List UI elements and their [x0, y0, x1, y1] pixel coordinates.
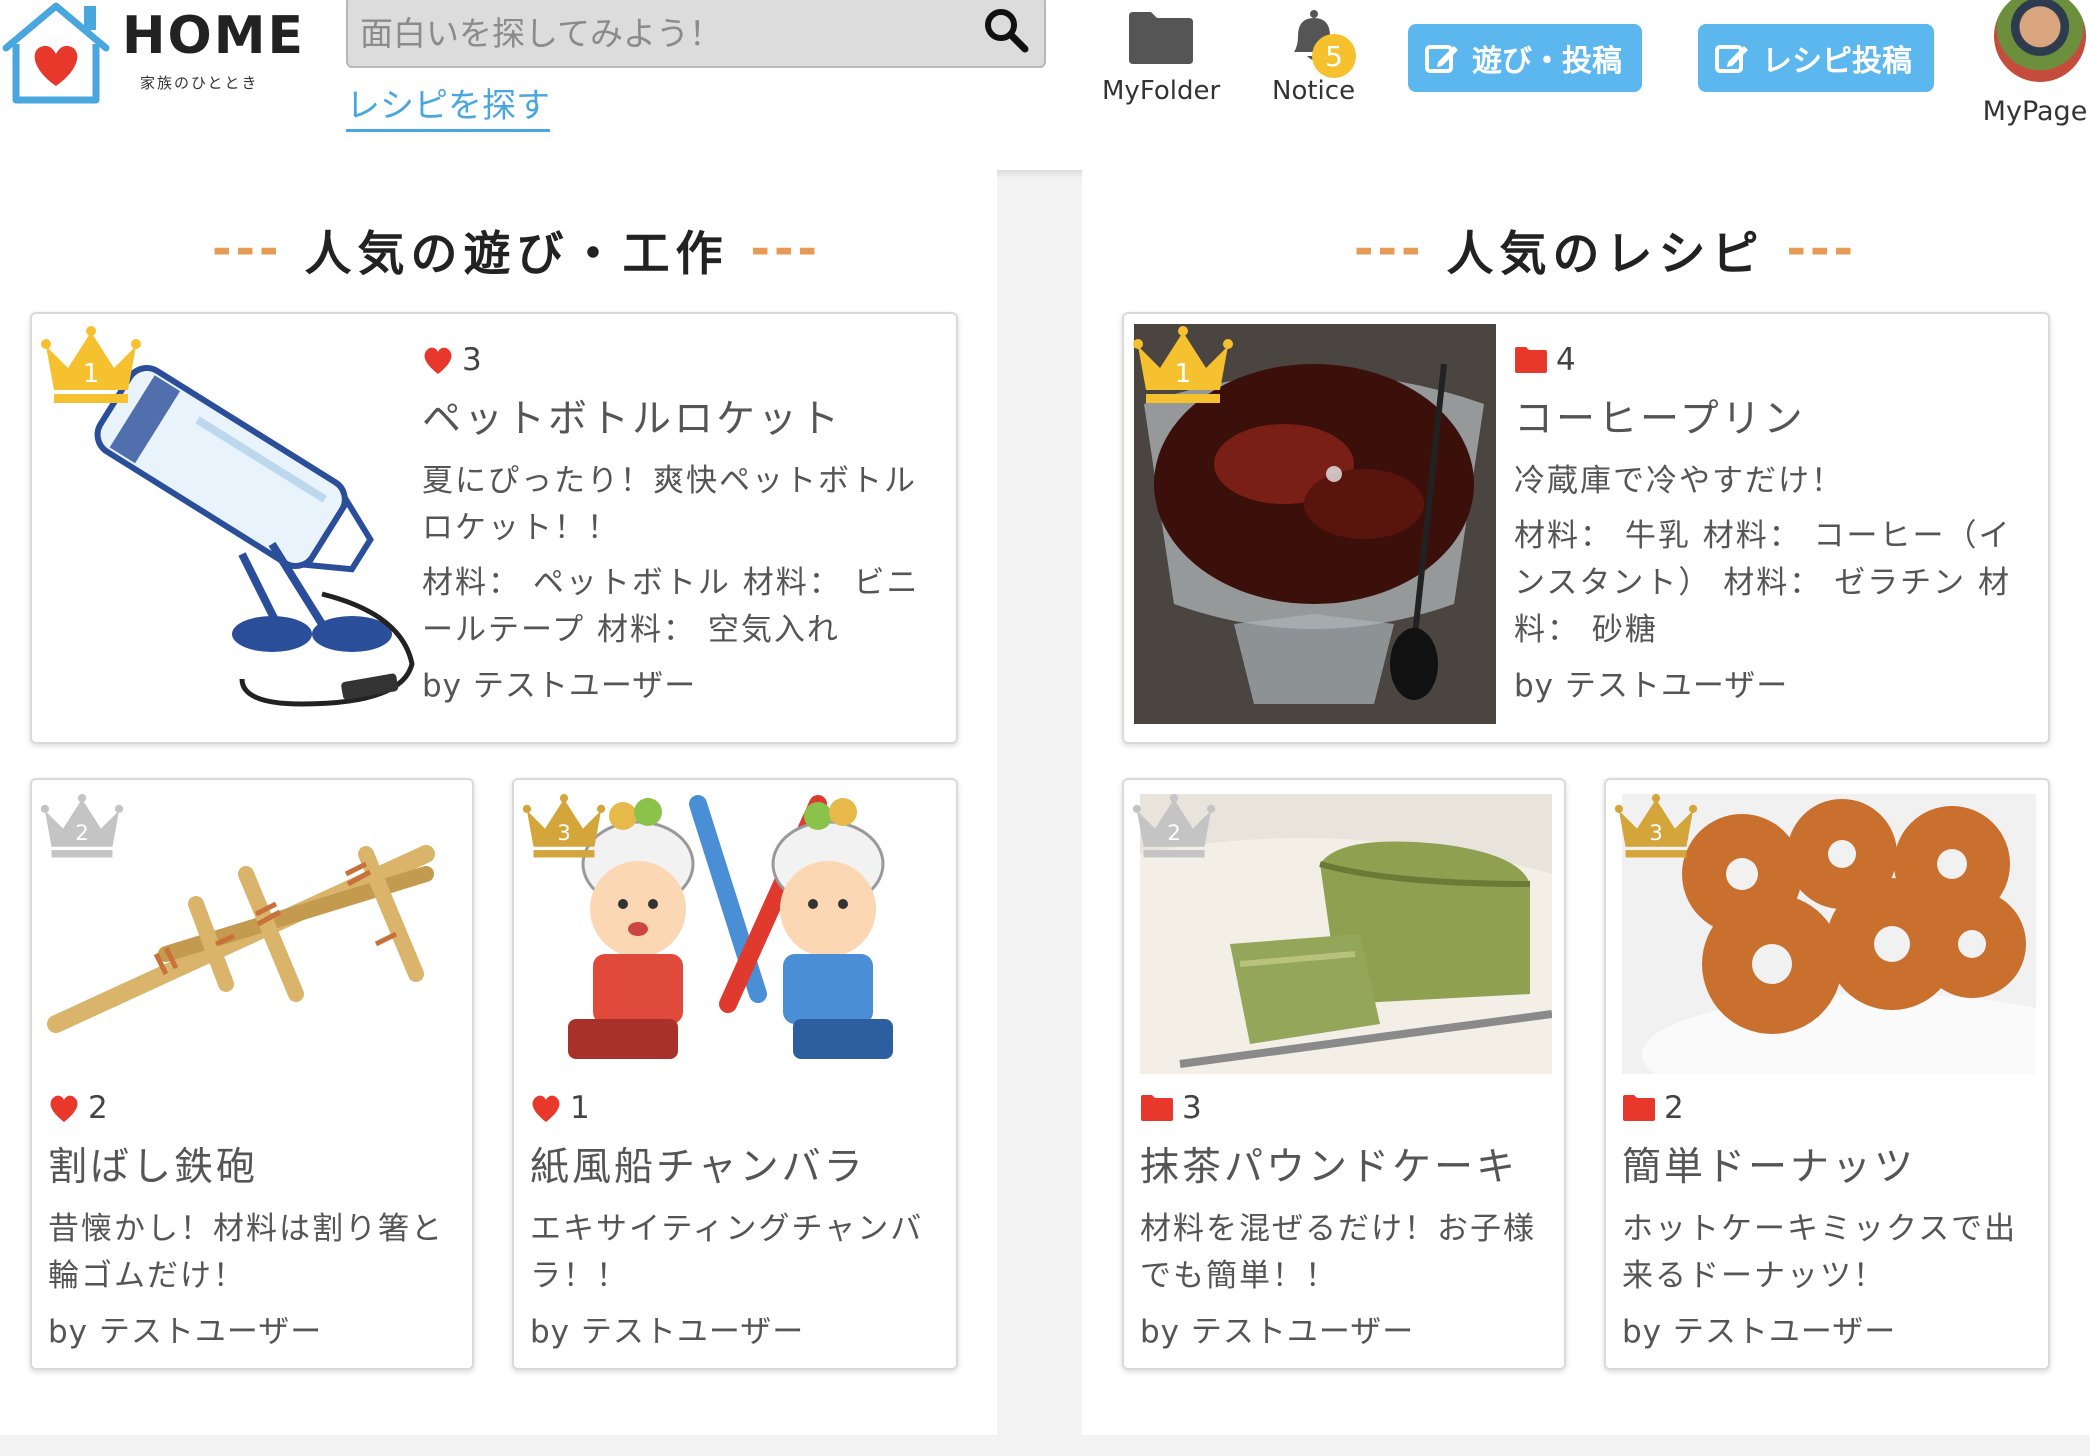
recipe-section-title: --- 人気のレシピ ---: [1354, 215, 1857, 284]
heart-icon: [532, 1095, 560, 1122]
card-title: 紙風船チャンバラ: [530, 1145, 866, 1190]
search-input[interactable]: [360, 4, 960, 62]
card-description: 昔懐かし！材料は割り箸と輪ゴムだけ！: [48, 1211, 444, 1294]
card-materials: 材料： 牛乳 材料： コーヒー（インスタント） 材料： ゼラチン 材料： 砂糖: [1514, 518, 2012, 648]
play-section-title: --- 人気の遊び・工作 ---: [212, 215, 821, 284]
header: HOME 家族のひととき レシピを探す MyFolder 5 Notice: [0, 0, 2090, 170]
play-card-2[interactable]: 2 2 割ばし鉄砲 昔懐かし！材料は割り箸と輪ゴムだけ！ by テストユーザー: [30, 778, 474, 1370]
heart-icon: [50, 1095, 78, 1122]
mypage-label: MyPage: [1982, 96, 2088, 127]
crown-bronze-icon: 3: [522, 794, 606, 858]
card-title: ペットボトルロケット: [422, 397, 843, 442]
svg-text:1: 1: [83, 359, 100, 389]
post-play-button[interactable]: 遊び・投稿: [1408, 24, 1642, 92]
svg-text:3: 3: [1649, 821, 1663, 846]
svg-text:2: 2: [75, 821, 89, 846]
avatar: [1994, 0, 2086, 82]
recipe-section-label: 人気のレシピ: [1446, 227, 1765, 282]
crown-silver-icon: 2: [40, 794, 124, 858]
crown-gold-icon: 1: [1133, 326, 1233, 403]
like-count: 1: [570, 1090, 590, 1126]
card-title: コーヒープリン: [1514, 397, 1806, 442]
play-section-label: 人気の遊び・工作: [304, 227, 729, 282]
folder-icon: [1515, 347, 1547, 373]
play-card-1[interactable]: 1 3 ペットボトルロケット 夏にぴったり！爽快ペットボトルロケット！！ 材料：…: [30, 312, 958, 744]
heart-icon: [424, 347, 452, 374]
folder-count: 4: [1556, 342, 1576, 378]
logo-title: HOME: [122, 6, 305, 66]
search-icon: [985, 9, 1029, 53]
recipe-card-1[interactable]: 1 4 コーヒープリン 冷蔵庫で冷やすだけ！ 材料： 牛乳 材料： コーヒー（イ…: [1122, 312, 2050, 744]
card-title: 抹茶パウンドケーキ: [1140, 1145, 1519, 1190]
svg-text:3: 3: [557, 821, 571, 846]
post-recipe-label: レシピ投稿: [1762, 44, 1912, 79]
edit-icon: [1715, 45, 1748, 73]
logo-subtitle: 家族のひととき: [140, 74, 259, 92]
notice-label: Notice: [1272, 76, 1356, 106]
search-bar: [346, 0, 1046, 68]
card-author: by テストユーザー: [48, 1314, 323, 1350]
recipe-card-2[interactable]: 2 3 抹茶パウンドケーキ 材料を混ぜるだけ！お子様でも簡単！！ by テストユ…: [1122, 778, 1566, 1370]
card-author: by テストユーザー: [422, 668, 697, 704]
crown-bronze-icon: 3: [1614, 794, 1698, 858]
like-count: 3: [462, 342, 482, 378]
folder-icon: [1623, 1095, 1655, 1121]
svg-text:2: 2: [1167, 821, 1181, 846]
card-description: 夏にぴったり！爽快ペットボトルロケット！！: [422, 463, 917, 546]
like-count: 2: [88, 1090, 108, 1126]
folder-count: 2: [1664, 1090, 1684, 1126]
card-description: 冷蔵庫で冷やすだけ！: [1514, 463, 1844, 499]
svg-text:1: 1: [1175, 359, 1192, 389]
myfolder-button[interactable]: MyFolder: [1102, 8, 1220, 106]
play-card-3[interactable]: 3 1 紙風船チャンバラ エキサイティングチャンバラ！！ by テストユーザー: [512, 778, 958, 1370]
notice-count-badge: 5: [1312, 34, 1356, 78]
card-title: 簡単ドーナッツ: [1622, 1145, 1917, 1190]
card-description: 材料を混ぜるだけ！お子様でも簡単！！: [1140, 1211, 1536, 1294]
notice-button[interactable]: 5 Notice: [1272, 8, 1356, 106]
card-title: 割ばし鉄砲: [48, 1145, 259, 1190]
find-recipe-link[interactable]: レシピを探す: [346, 78, 550, 132]
folder-count: 3: [1182, 1090, 1202, 1126]
folder-icon: [1141, 1095, 1173, 1121]
post-recipe-button[interactable]: レシピ投稿: [1698, 24, 1934, 92]
folder-icon: [1129, 12, 1194, 64]
house-heart-icon: [2, 2, 110, 104]
crown-silver-icon: 2: [1132, 794, 1216, 858]
crown-gold-icon: 1: [41, 326, 141, 403]
search-button[interactable]: [974, 0, 1038, 60]
card-description: エキサイティングチャンバラ！！: [530, 1211, 924, 1294]
card-description: ホットケーキミックスで出来るドーナッツ！: [1622, 1211, 2018, 1294]
card-author: by テストユーザー: [1622, 1314, 1897, 1350]
post-play-label: 遊び・投稿: [1472, 44, 1622, 79]
card-author: by テストユーザー: [530, 1314, 805, 1350]
recipe-card-3[interactable]: 3 2 簡単ドーナッツ ホットケーキミックスで出来るドーナッツ！ by テストユ…: [1604, 778, 2050, 1370]
logo[interactable]: HOME 家族のひととき: [0, 0, 303, 110]
edit-icon: [1425, 45, 1458, 73]
myfolder-label: MyFolder: [1102, 76, 1221, 106]
card-author: by テストユーザー: [1514, 668, 1789, 704]
card-materials: 材料： ペットボトル 材料： ビニールテープ 材料： 空気入れ: [422, 565, 920, 648]
card-author: by テストユーザー: [1140, 1314, 1415, 1350]
